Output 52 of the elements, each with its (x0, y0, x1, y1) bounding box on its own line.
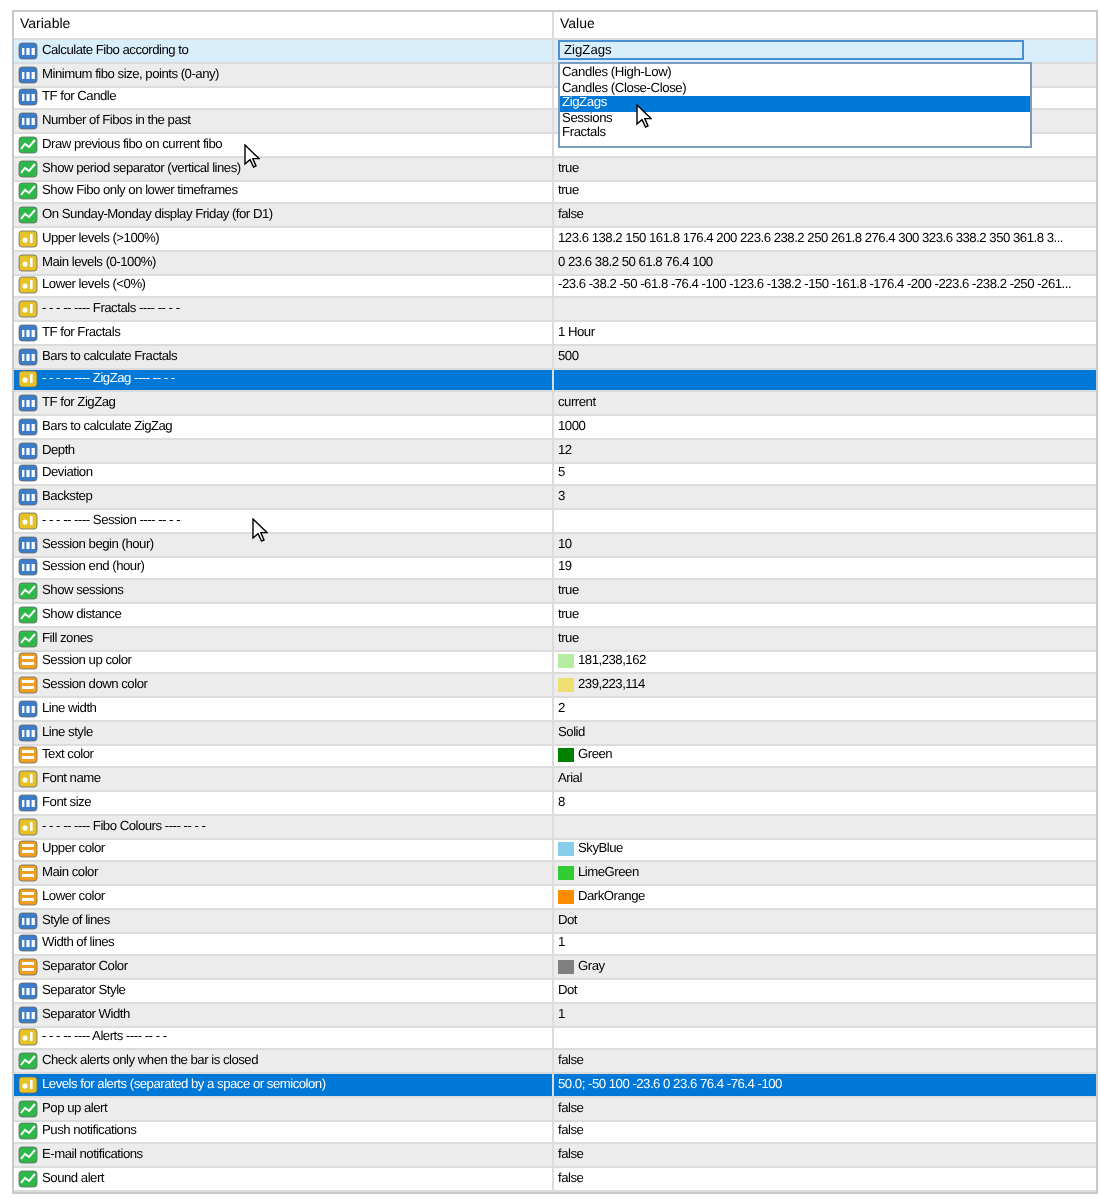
type-icon (18, 723, 38, 742)
chart-line-icon (18, 629, 38, 648)
type-icon (18, 1075, 38, 1094)
palette-icon (18, 958, 38, 977)
type-icon (18, 65, 38, 84)
type-icon (18, 511, 38, 530)
type-icon (18, 770, 38, 789)
type-icon (18, 41, 38, 60)
chart-line-icon (18, 1052, 38, 1071)
chart-line-icon (18, 182, 38, 201)
chart-line-icon (18, 1169, 38, 1188)
type-icon (18, 112, 38, 131)
type-icon (18, 441, 38, 460)
type-icon (18, 88, 38, 107)
type-icon (18, 323, 38, 342)
type-icon (18, 394, 38, 413)
type-icon (18, 558, 38, 577)
chart-line-icon (18, 605, 38, 624)
type-icon (18, 347, 38, 366)
type-icon (18, 1028, 38, 1047)
type-icon (18, 464, 38, 483)
palette-icon (18, 864, 38, 883)
type-icon (18, 793, 38, 812)
palette-icon (18, 887, 38, 906)
palette-icon (18, 652, 38, 671)
cursor-icon (636, 104, 652, 128)
cursor-icon (252, 518, 268, 542)
type-icon (18, 699, 38, 718)
chart-line-icon (18, 1146, 38, 1165)
chart-line-icon (18, 1122, 38, 1141)
chart-line-icon (18, 159, 38, 178)
type-icon (18, 300, 38, 319)
type-icon (18, 417, 38, 436)
type-icon (18, 981, 38, 1000)
type-icon (18, 229, 38, 248)
type-icon (18, 370, 38, 389)
chart-line-icon (18, 135, 38, 154)
chart-line-icon (18, 206, 38, 225)
type-icon (18, 934, 38, 953)
type-icon (18, 253, 38, 272)
type-icon (18, 817, 38, 836)
cursor-icon (244, 144, 260, 168)
type-icon (18, 276, 38, 295)
type-icon (18, 911, 38, 930)
palette-icon (18, 676, 38, 695)
type-icon (18, 1005, 38, 1024)
chart-line-icon (18, 1099, 38, 1118)
type-icon (18, 488, 38, 507)
palette-icon (18, 746, 38, 765)
type-icon (18, 535, 38, 554)
chart-line-icon (18, 582, 38, 601)
palette-icon (18, 840, 38, 859)
